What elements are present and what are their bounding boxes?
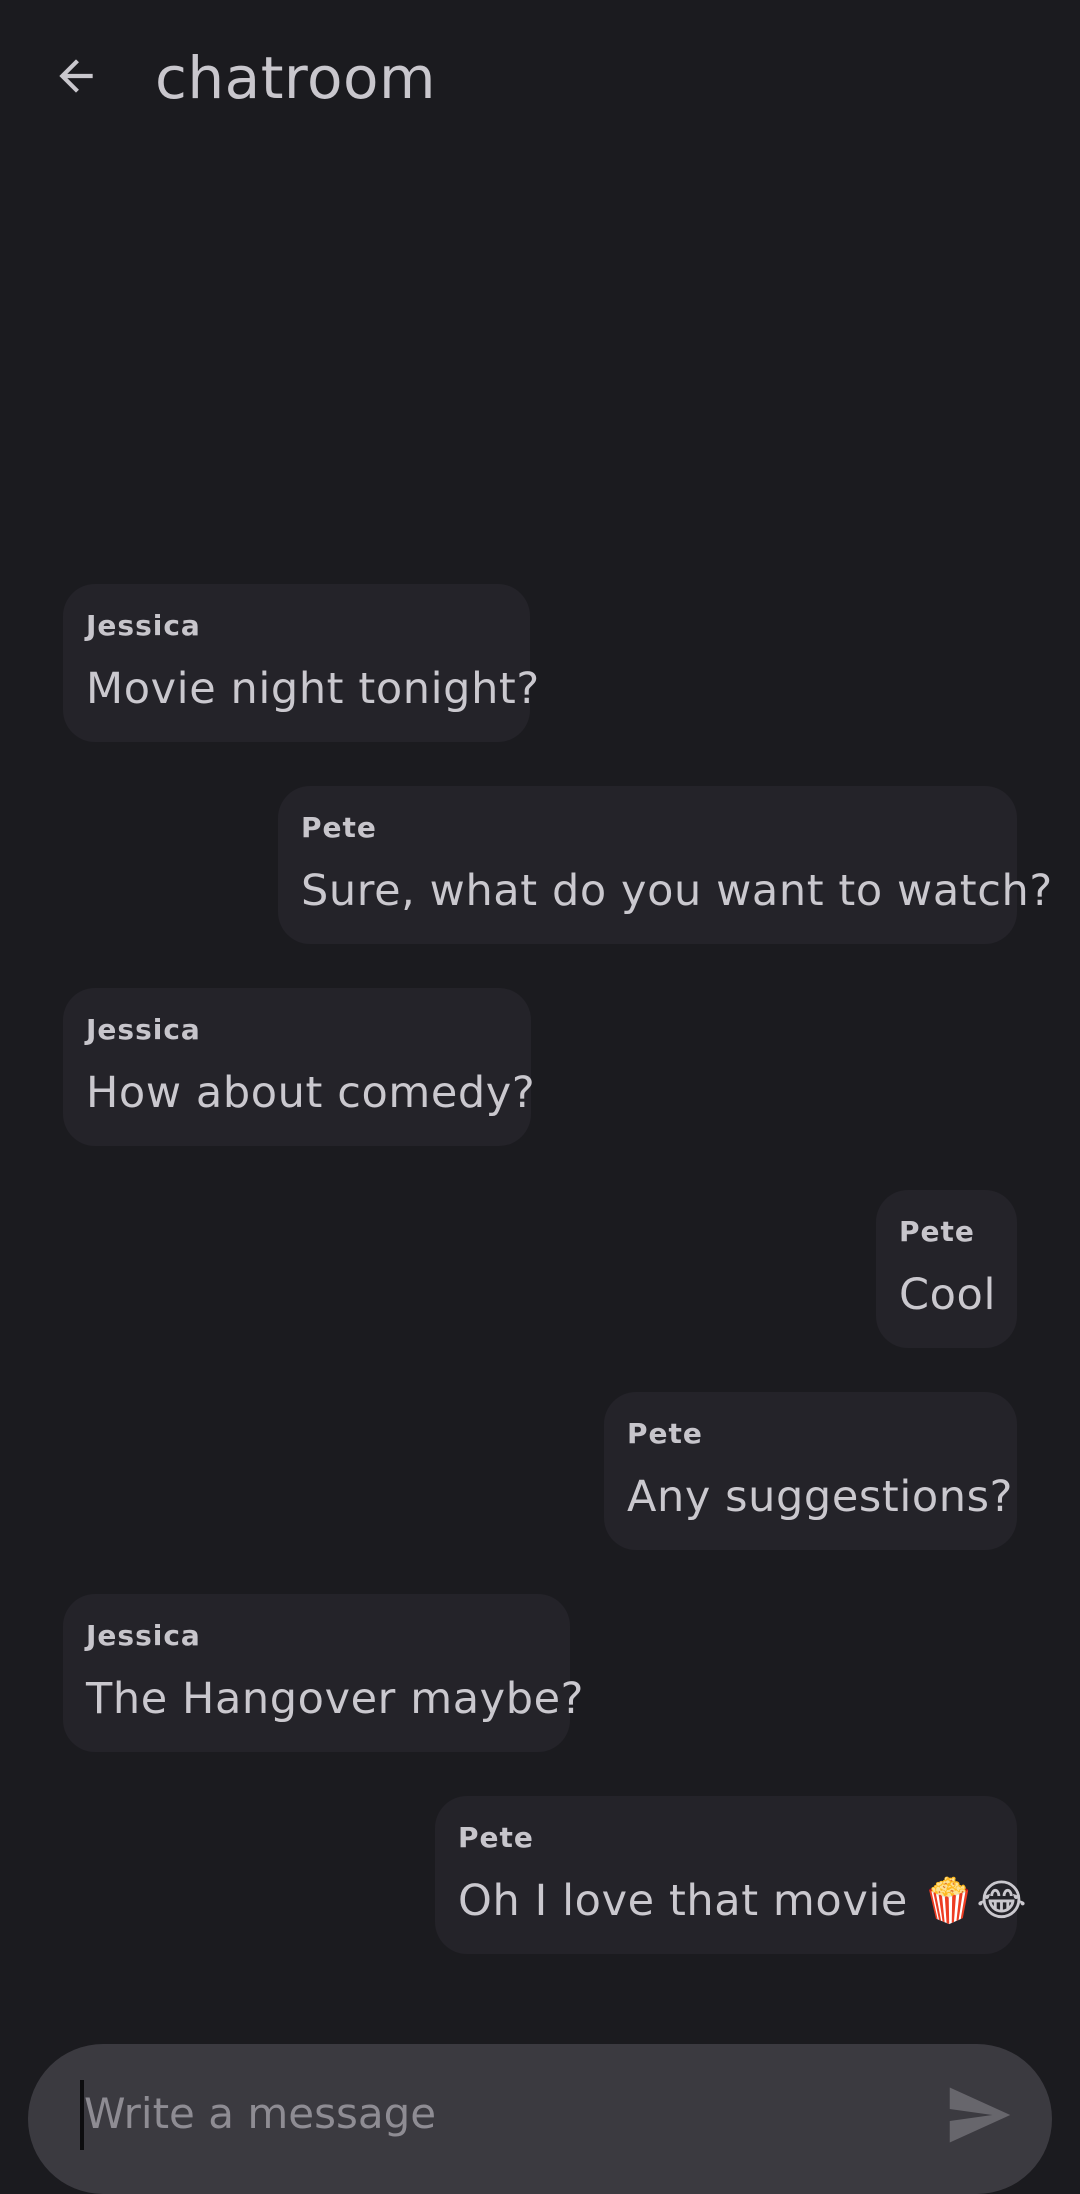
message-text: Cool: [899, 1270, 996, 1320]
message-sender: Pete: [301, 811, 377, 844]
message-bubble: Jessica Movie night tonight?: [63, 584, 540, 742]
message-bubble: Pete Any suggestions?: [604, 1392, 1017, 1550]
message-bubble: Jessica The Hangover maybe?: [63, 1594, 585, 1752]
message-sender: Pete: [458, 1821, 534, 1854]
message-sender: Jessica: [86, 1013, 201, 1046]
message-text: Movie night tonight?: [86, 664, 540, 714]
message-sender: Pete: [627, 1417, 703, 1450]
message-bubble: Pete Cool: [876, 1190, 1017, 1348]
message-sender: Pete: [899, 1215, 975, 1248]
message-text: Any suggestions?: [627, 1472, 1014, 1522]
message-sender: Jessica: [86, 609, 201, 642]
send-icon: [949, 2087, 1011, 2143]
message-sender: Jessica: [86, 1619, 201, 1652]
message-text: How about comedy?: [86, 1068, 536, 1118]
arrow-back-icon: [59, 59, 93, 93]
message-text: Sure, what do you want to watch?: [301, 866, 1053, 916]
message-composer: [28, 2044, 1052, 2194]
send-button[interactable]: [940, 2080, 1020, 2150]
message-bubble: Pete Oh I love that movie 🍿😂: [435, 1796, 1028, 1954]
page-title: chatroom: [155, 44, 436, 112]
message-text: The Hangover maybe?: [86, 1674, 585, 1724]
back-button[interactable]: [38, 38, 114, 114]
message-text: Oh I love that movie 🍿😂: [458, 1876, 1028, 1926]
message-bubble: Pete Sure, what do you want to watch?: [278, 786, 1053, 944]
message-bubble: Jessica How about comedy?: [63, 988, 536, 1146]
top-app-bar: chatroom: [0, 0, 1080, 156]
